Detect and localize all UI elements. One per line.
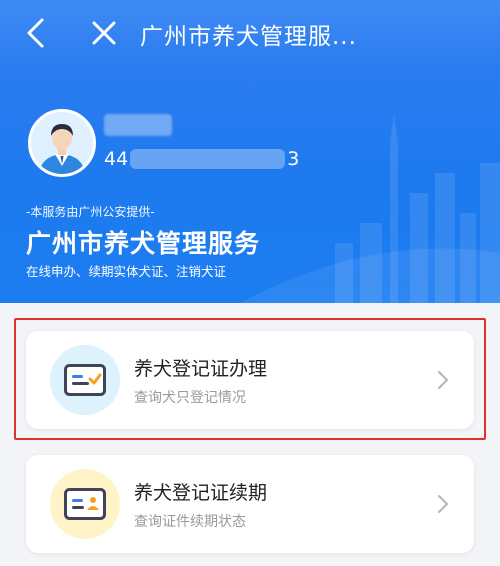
chevron-right-icon xyxy=(438,495,448,513)
card-title: 养犬登记证办理 xyxy=(134,358,268,380)
card-subtitle: 查询证件续期状态 xyxy=(134,514,246,530)
chevron-left-icon[interactable] xyxy=(22,16,50,50)
id-number-suffix: 3 xyxy=(287,148,300,170)
user-avatar xyxy=(28,109,96,177)
id-number-prefix: 44 xyxy=(104,148,129,170)
page-title: 广州市养犬管理服... xyxy=(140,24,357,50)
service-provider-note: -本服务由广州公安提供- xyxy=(26,205,155,219)
service-title: 广州市养犬管理服务 xyxy=(26,229,261,258)
service-subtitle: 在线申办、续期实体犬证、注销犬证 xyxy=(26,264,227,279)
dog-license-apply-card[interactable]: 养犬登记证办理 查询犬只登记情况 xyxy=(26,331,474,429)
city-skyline-decoration xyxy=(240,113,500,303)
top-navigation-bar: 广州市养犬管理服... xyxy=(0,0,500,66)
license-card-person-icon xyxy=(50,469,120,539)
card-title: 养犬登记证续期 xyxy=(134,482,268,504)
license-card-check-icon xyxy=(50,345,120,415)
user-name-masked xyxy=(104,114,172,136)
close-icon[interactable] xyxy=(90,19,118,47)
dog-license-renew-card[interactable]: 养犬登记证续期 查询证件续期状态 xyxy=(26,455,474,553)
id-number-mask xyxy=(130,149,286,169)
user-id-number: 44 3 xyxy=(104,147,299,171)
person-avatar-icon xyxy=(39,124,85,174)
chevron-right-icon xyxy=(438,371,448,389)
service-header-banner: 广州市养犬管理服... 44 3 -本服务由广州公安提供- 广州市养犬管理服务 … xyxy=(0,0,500,303)
card-subtitle: 查询犬只登记情况 xyxy=(134,390,246,406)
